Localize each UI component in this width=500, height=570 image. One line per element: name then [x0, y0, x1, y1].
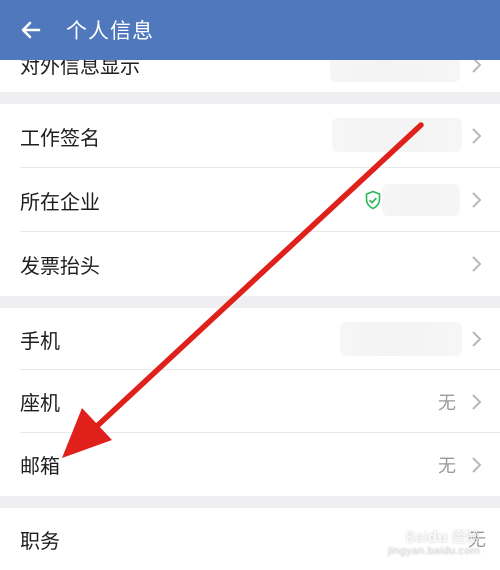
row-invoice-title[interactable]: 发票抬头	[0, 232, 500, 296]
verified-shield-icon	[365, 190, 381, 210]
row-company[interactable]: 所在企业	[0, 168, 500, 232]
row-label: 发票抬头	[20, 253, 100, 278]
back-arrow-icon	[21, 21, 41, 39]
chevron-right-icon	[472, 256, 482, 272]
row-value: 无	[438, 455, 456, 477]
row-label: 座机	[20, 391, 60, 415]
row-email[interactable]: 邮箱 无	[0, 433, 500, 496]
row-landline[interactable]: 座机 无	[0, 370, 500, 433]
row-label: 所在企业	[20, 189, 100, 214]
chevron-right-icon	[472, 128, 482, 144]
hidden-value	[340, 322, 462, 356]
watermark-logo: Baidu 经验 jingyan.baidu.com	[387, 529, 480, 557]
row-mobile[interactable]: 手机	[0, 308, 500, 370]
hidden-value	[382, 184, 460, 216]
chevron-right-icon	[472, 192, 482, 208]
row-label: 职务	[20, 528, 60, 553]
row-label: 邮箱	[20, 454, 60, 478]
section-gap	[0, 92, 500, 104]
page-title: 个人信息	[66, 19, 154, 43]
hidden-value	[332, 118, 462, 152]
row-value: 无	[438, 392, 456, 414]
chevron-right-icon	[472, 456, 482, 473]
back-button[interactable]	[16, 15, 46, 45]
row-label: 手机	[20, 328, 60, 353]
app-header: 个人信息	[0, 0, 500, 60]
chevron-right-icon	[472, 331, 482, 347]
section-gap	[0, 496, 500, 508]
row-label: 工作签名	[20, 125, 100, 150]
section-gap	[0, 296, 500, 308]
row-work-signature[interactable]: 工作签名	[0, 104, 500, 168]
chevron-right-icon	[472, 393, 482, 410]
